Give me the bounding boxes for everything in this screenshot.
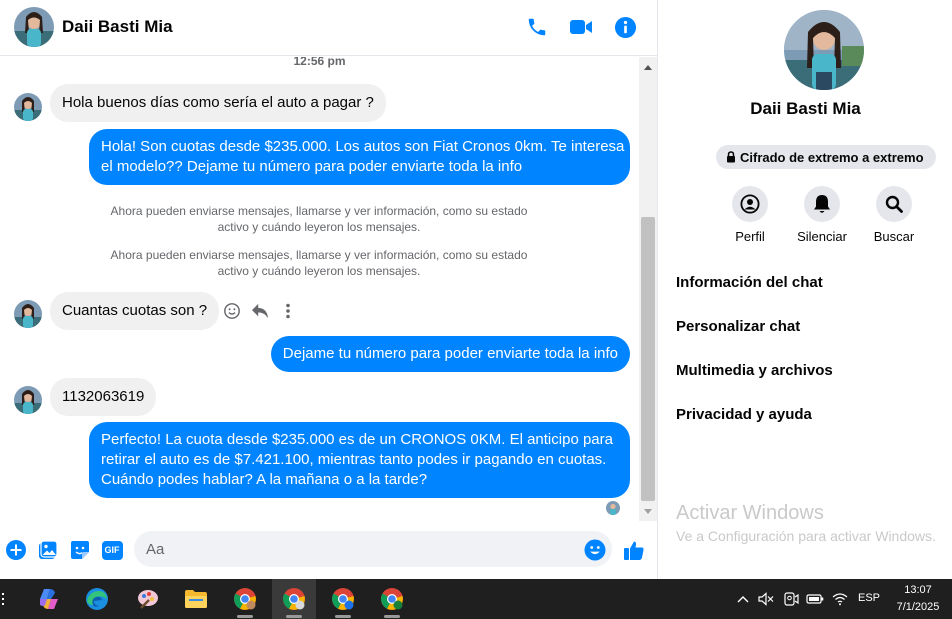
more-options-icon[interactable]: [277, 300, 299, 322]
scrollbar-thumb[interactable]: [641, 217, 655, 501]
incoming-message[interactable]: Hola buenos días como sería el auto a pa…: [50, 84, 386, 122]
profile-icon: [732, 186, 768, 222]
activation-watermark-subtitle: Ve a Configuración para activar Windows.: [676, 528, 936, 544]
chrome-profile-icon[interactable]: [272, 579, 316, 619]
profile-name: Daii Basti Mia: [750, 99, 861, 118]
copilot-icon[interactable]: [27, 579, 71, 619]
profile-avatar[interactable]: [784, 10, 864, 90]
system-notice-line: Ahora pueden enviarse mensajes, llamarse…: [110, 248, 528, 262]
system-notice-line: activo y cuándo leyeron los mensajes.: [217, 264, 421, 278]
gif-icon[interactable]: GIF: [100, 538, 124, 562]
bell-icon: [804, 186, 840, 222]
input-language-indicator[interactable]: ESP: [858, 592, 880, 604]
activation-watermark-title: Activar Windows: [676, 502, 824, 524]
outgoing-message[interactable]: Hola! Son cuotas desde $235.000. Los aut…: [89, 129, 630, 185]
profile-label: Perfil: [735, 229, 765, 244]
media-files-section[interactable]: Multimedia y archivos: [676, 362, 833, 379]
clock-date: 7/1/2025: [896, 601, 940, 613]
contact-avatar[interactable]: [14, 7, 54, 47]
task-view-icon[interactable]: [0, 591, 8, 607]
search-button[interactable]: Buscar: [858, 186, 930, 244]
conversation-info-panel: Daii Basti Mia Cifrado de extremo a extr…: [657, 0, 952, 579]
running-indicator: [286, 615, 302, 618]
system-notice-line: Ahora pueden enviarse mensajes, llamarse…: [110, 204, 528, 218]
sender-avatar[interactable]: [14, 93, 42, 121]
chat-pane: Daii Basti Mia 12:56 pm Hola buenos días…: [0, 0, 657, 579]
phone-icon[interactable]: [524, 14, 550, 40]
outgoing-message[interactable]: Perfecto! La cuota desde $235.000 es de …: [89, 422, 630, 498]
running-indicator: [384, 615, 400, 618]
message-line: Cuándo podes hablar? A la mañana o a la …: [101, 471, 428, 488]
video-icon[interactable]: [568, 14, 594, 40]
outgoing-message[interactable]: Dejame tu número para poder enviarte tod…: [270, 336, 630, 372]
system-clock[interactable]: 13:07 7/1/2025: [888, 582, 948, 616]
scroll-down-arrow-icon[interactable]: [639, 503, 657, 519]
chrome-v-icon[interactable]: [321, 579, 365, 619]
gif-label: GIF: [101, 540, 123, 560]
running-indicator: [335, 615, 351, 618]
message-line: Perfecto! La cuota desde $235.000 es de …: [101, 431, 613, 448]
incoming-message[interactable]: Cuantas cuotas son ?: [50, 292, 220, 330]
message-line: el modelo?? Dejame tu número para poder …: [101, 158, 523, 175]
wifi-icon[interactable]: [831, 589, 849, 609]
scroll-up-arrow-icon[interactable]: [639, 59, 657, 75]
paint-icon[interactable]: [126, 579, 170, 619]
search-icon: [876, 186, 912, 222]
mute-label: Silenciar: [797, 229, 847, 244]
system-notice-line: activo y cuándo leyeron los mensajes.: [217, 220, 421, 234]
file-explorer-icon[interactable]: [174, 579, 218, 619]
message-list[interactable]: 12:56 pm Hola buenos días como sería el …: [0, 57, 639, 521]
message-composer: GIF: [0, 524, 657, 579]
sender-avatar[interactable]: [14, 386, 42, 414]
privacy-help-section[interactable]: Privacidad y ayuda: [676, 406, 812, 423]
like-icon[interactable]: [622, 538, 646, 562]
message-line: retirar el auto es de $7.421.100, mientr…: [101, 451, 607, 468]
battery-icon[interactable]: [806, 589, 824, 609]
message-line: Hola! Son cuotas desde $235.000. Los aut…: [101, 138, 625, 155]
running-indicator: [237, 615, 253, 618]
system-notice: Ahora pueden enviarse mensajes, llamarse…: [100, 247, 538, 279]
encryption-badge-label: Cifrado de extremo a extremo: [740, 149, 924, 165]
clock-time: 13:07: [904, 584, 932, 596]
mute-button[interactable]: Silenciar: [786, 186, 858, 244]
volume-muted-icon[interactable]: [757, 589, 775, 609]
sender-avatar[interactable]: [14, 300, 42, 328]
chrome-t-icon[interactable]: [370, 579, 414, 619]
edge-icon[interactable]: [75, 579, 119, 619]
info-icon[interactable]: [612, 14, 638, 40]
emoji-reaction-icon[interactable]: [221, 300, 243, 322]
chat-info-section[interactable]: Información del chat: [676, 274, 823, 291]
gallery-icon[interactable]: [36, 538, 60, 562]
encryption-badge[interactable]: Cifrado de extremo a extremo: [716, 145, 936, 169]
chrome-icon[interactable]: [223, 579, 267, 619]
meet-now-icon[interactable]: [782, 589, 800, 609]
read-receipt-avatar: [606, 501, 620, 515]
show-hidden-icons-chevron-icon[interactable]: [734, 589, 752, 609]
search-label: Buscar: [873, 229, 915, 244]
message-input[interactable]: [134, 531, 612, 567]
system-notice: Ahora pueden enviarse mensajes, llamarse…: [100, 203, 538, 235]
profile-button[interactable]: Perfil: [714, 186, 786, 244]
sticker-icon[interactable]: [68, 538, 92, 562]
contact-name[interactable]: Daii Basti Mia: [62, 17, 173, 37]
incoming-message[interactable]: 1132063619: [50, 378, 157, 416]
message-timestamp: 12:56 pm: [293, 57, 346, 68]
lock-icon: [727, 151, 735, 163]
emoji-icon[interactable]: [583, 538, 607, 562]
customize-chat-section[interactable]: Personalizar chat: [676, 318, 800, 335]
reply-icon[interactable]: [249, 300, 271, 322]
message-scrollbar[interactable]: [639, 57, 657, 521]
plus-icon[interactable]: [4, 538, 28, 562]
windows-taskbar: ESP 13:07 7/1/2025: [0, 579, 952, 619]
chat-header: Daii Basti Mia: [0, 0, 657, 56]
